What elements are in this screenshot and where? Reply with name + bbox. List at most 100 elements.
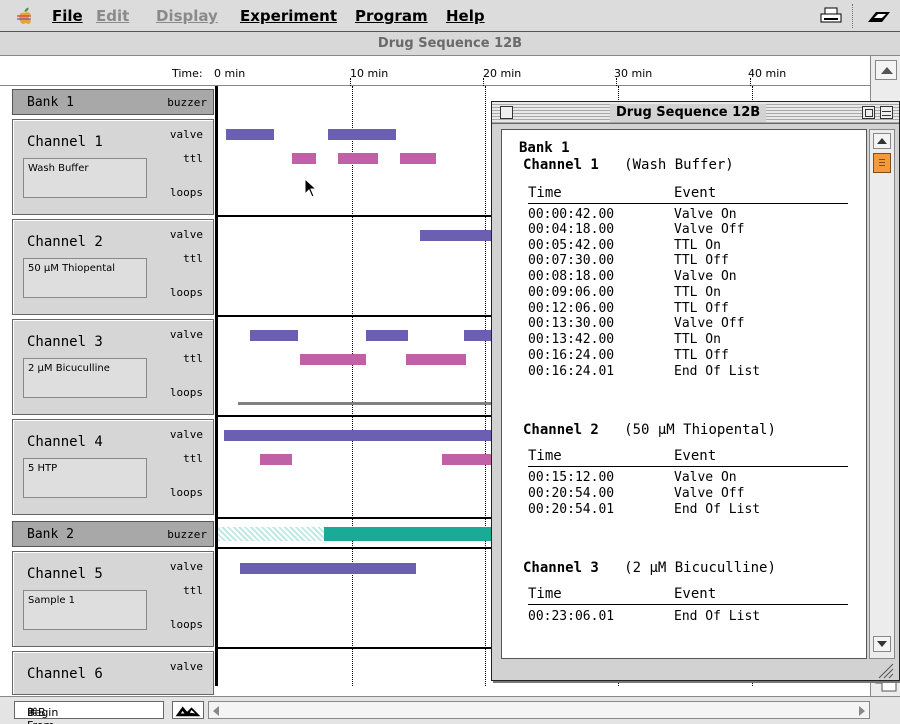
- popup-vertical-scrollbar[interactable]: [869, 129, 895, 659]
- channel-substance-field[interactable]: Sample 1: [23, 590, 147, 630]
- ttl-segment[interactable]: [300, 354, 366, 365]
- list-channel-heading: Channel 3 (2 µM Bicuculline): [523, 560, 776, 576]
- valve-segment[interactable]: [240, 563, 416, 574]
- list-item: 00:13:30.00 Valve Off: [528, 316, 745, 331]
- resize-grow-icon[interactable]: [869, 660, 895, 680]
- scroll-thumb[interactable]: [873, 153, 891, 173]
- row-label-ttl: ttl: [183, 452, 203, 465]
- gridline-10min: [352, 86, 353, 686]
- bank-2-header[interactable]: Bank 2 buzzer: [12, 521, 214, 547]
- menu-experiment[interactable]: Experiment: [240, 7, 337, 25]
- valve-segment[interactable]: [224, 430, 504, 441]
- channel-3-panel[interactable]: Channel 3 2 µM Bicuculline valve ttl loo…: [12, 319, 214, 415]
- scroll-right-arrow-icon[interactable]: [859, 706, 865, 716]
- channel-6-panel[interactable]: Channel 6 valve: [12, 651, 214, 695]
- list-item: 00:23:06.01 End Of List: [528, 609, 761, 624]
- channel-substance-field[interactable]: 5 HTP: [23, 458, 147, 498]
- channel-name: Channel 3: [27, 334, 103, 350]
- row-label-loops: loops: [169, 486, 203, 499]
- valve-segment[interactable]: [250, 330, 298, 341]
- channel-substance-field[interactable]: 2 µM Bicuculline: [23, 358, 147, 398]
- channel-substance-field[interactable]: 50 µM Thiopental: [23, 258, 147, 298]
- list-item: 00:13:42.00 TTL On: [528, 332, 721, 347]
- horizontal-scrollbar[interactable]: [208, 701, 870, 719]
- row-label-valve: valve: [169, 228, 203, 241]
- menu-file[interactable]: File: [52, 7, 83, 25]
- list-column-header: Time Event: [528, 586, 848, 605]
- channel-name: Channel 5: [27, 566, 103, 582]
- channel-substance-field[interactable]: Wash Buffer: [23, 158, 147, 198]
- popup-title: Drug Sequence 12B: [610, 104, 767, 122]
- row-label-valve: valve: [169, 328, 203, 341]
- ruler-tick-30: 30 min: [614, 67, 653, 80]
- menubar-separator: [852, 4, 854, 28]
- ruler-tick-10: 10 min: [350, 67, 389, 80]
- list-item: 00:00:42.00 Valve On: [528, 207, 737, 222]
- valve-segment[interactable]: [328, 129, 396, 140]
- scroll-left-arrow-icon[interactable]: [213, 706, 219, 716]
- ttl-segment[interactable]: [338, 153, 378, 164]
- bottom-toolbar: Begin From… ⌘B: [0, 696, 900, 724]
- menu-help[interactable]: Help: [446, 7, 485, 25]
- window-title: Drug Sequence 12B: [377, 36, 523, 51]
- list-item: 00:08:18.00 Valve On: [528, 269, 737, 284]
- row-label-valve: valve: [169, 560, 203, 573]
- channel-1-panel[interactable]: Channel 1 Wash Buffer valve ttl loops: [12, 119, 214, 215]
- collapse-box-icon[interactable]: [880, 106, 893, 119]
- valve-segment[interactable]: [226, 129, 274, 140]
- ruler-tick-mark: [750, 78, 751, 86]
- row-label-ttl: ttl: [183, 152, 203, 165]
- ttl-segment[interactable]: [400, 153, 436, 164]
- list-bank-title: Bank 1: [519, 140, 570, 156]
- row-label-loops: loops: [169, 286, 203, 299]
- mouse-pointer-icon: [304, 178, 318, 198]
- channel-name: Channel 6: [27, 666, 103, 682]
- mountain-icon[interactable]: [172, 701, 204, 719]
- ruler-tick-mark: [616, 78, 617, 86]
- list-item: 00:04:18.00 Valve Off: [528, 222, 745, 237]
- scroll-up-arrow-icon[interactable]: [875, 60, 897, 80]
- list-item: 00:05:42.00 TTL On: [528, 238, 721, 253]
- printer-icon[interactable]: [820, 7, 842, 25]
- row-label-loops: loops: [169, 386, 203, 399]
- channel-2-panel[interactable]: Channel 2 50 µM Thiopental valve ttl loo…: [12, 219, 214, 315]
- buzzer-label: buzzer: [167, 528, 207, 541]
- buzzer-pending-segment[interactable]: [218, 527, 324, 541]
- drug-sequence-window[interactable]: Drug Sequence 12B Bank 1 Channel 1 (Wash…: [491, 101, 900, 681]
- apple-icon[interactable]: [14, 6, 34, 26]
- menu-edit[interactable]: Edit: [96, 7, 129, 25]
- scroll-up-arrow-icon[interactable]: [873, 133, 891, 149]
- list-channel-heading: Channel 1 (Wash Buffer): [523, 157, 734, 173]
- event-list[interactable]: Bank 1 Channel 1 (Wash Buffer) Time Event…: [501, 129, 867, 659]
- ruler-tick-mark: [350, 78, 351, 86]
- begin-from-button[interactable]: Begin From… ⌘B: [14, 701, 164, 724]
- row-label-loops: loops: [169, 186, 203, 199]
- valve-segment[interactable]: [366, 330, 408, 341]
- close-box-icon[interactable]: [500, 106, 513, 119]
- ttl-segment[interactable]: [406, 354, 466, 365]
- bank-name: Bank 2: [27, 527, 74, 542]
- ruler-tick-mark: [483, 78, 484, 86]
- row-label-ttl: ttl: [183, 584, 203, 597]
- ttl-segment[interactable]: [292, 153, 316, 164]
- list-item: 00:15:12.00 Valve On: [528, 470, 737, 485]
- popup-title-bar[interactable]: Drug Sequence 12B: [492, 102, 899, 124]
- bank-1-header[interactable]: Bank 1 buzzer: [12, 89, 214, 115]
- ttl-segment[interactable]: [260, 454, 292, 465]
- window-title-bar[interactable]: Drug Sequence 12B: [0, 32, 900, 56]
- scroll-down-arrow-icon[interactable]: [873, 636, 891, 652]
- row-label-ttl: ttl: [183, 252, 203, 265]
- zoom-box-icon[interactable]: [862, 106, 875, 119]
- list-column-header: Time Event: [528, 448, 848, 467]
- valve-segment[interactable]: [420, 230, 500, 241]
- channel-5-panel[interactable]: Channel 5 Sample 1 valve ttl loops: [12, 551, 214, 647]
- menu-program[interactable]: Program: [355, 7, 428, 25]
- loop-segment[interactable]: [238, 402, 498, 405]
- menu-display[interactable]: Display: [156, 7, 218, 25]
- menu-bar: File Edit Display Experiment Program Hel…: [0, 0, 900, 32]
- app-switcher-icon[interactable]: [866, 8, 892, 24]
- list-item: 00:16:24.01 End Of List: [528, 364, 761, 379]
- channel-4-panel[interactable]: Channel 4 5 HTP valve ttl loops: [12, 419, 214, 515]
- buzzer-segment[interactable]: [324, 527, 504, 541]
- ruler-time-label: Time:: [172, 67, 203, 80]
